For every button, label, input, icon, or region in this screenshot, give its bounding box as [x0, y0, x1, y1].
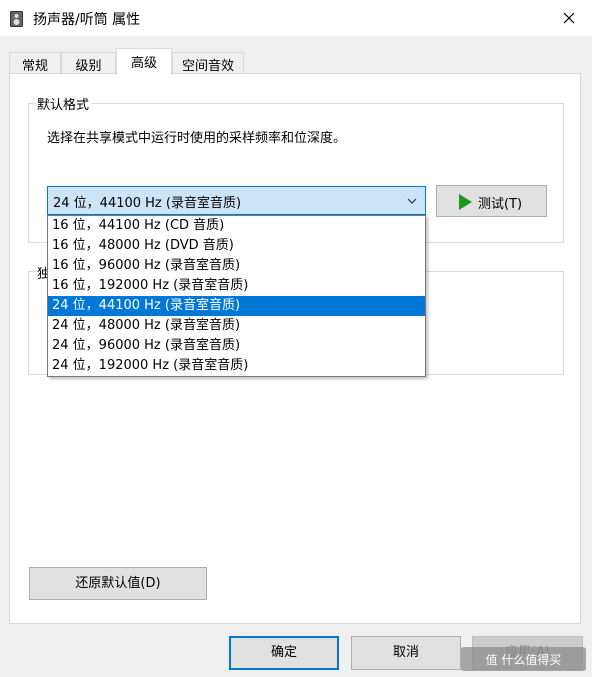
tab-advanced[interactable]: 高级 — [116, 48, 172, 75]
format-option-selected[interactable]: 24 位，44100 Hz (录音室音质) — [48, 296, 425, 316]
format-option[interactable]: 24 位，96000 Hz (录音室音质) — [48, 336, 425, 356]
close-icon — [563, 12, 575, 24]
format-option[interactable]: 16 位，192000 Hz (录音室音质) — [48, 276, 425, 296]
speaker-icon — [10, 11, 23, 27]
ok-button[interactable]: 确定 — [229, 636, 339, 670]
format-option[interactable]: 24 位，192000 Hz (录音室音质) — [48, 356, 425, 376]
tab-levels-label: 级别 — [75, 59, 102, 74]
test-button-label: 测试(T) — [478, 197, 523, 212]
tab-general-label: 常规 — [21, 59, 48, 74]
tab-spatial-sound-label: 空间音效 — [181, 59, 234, 74]
tab-levels[interactable]: 级别 — [61, 52, 116, 74]
title-bar: 扬声器/听筒 属性 — [0, 0, 592, 36]
close-button[interactable] — [546, 0, 592, 36]
default-format-description: 选择在共享模式中运行时使用的采样频率和位深度。 — [47, 131, 347, 146]
format-option[interactable]: 16 位，44100 Hz (CD 音质) — [48, 216, 425, 236]
tab-advanced-label: 高级 — [130, 56, 157, 71]
test-button[interactable]: 测试(T) — [436, 185, 547, 217]
tab-spatial-sound[interactable]: 空间音效 — [172, 52, 244, 74]
watermark: 值 什么值得买 — [461, 647, 586, 671]
format-option[interactable]: 24 位，48000 Hz (录音室音质) — [48, 316, 425, 336]
tab-general[interactable]: 常规 — [9, 52, 61, 74]
format-option[interactable]: 16 位，96000 Hz (录音室音质) — [48, 256, 425, 276]
format-select-value: 24 位，44100 Hz (录音室音质) — [53, 196, 242, 211]
format-select[interactable]: 24 位，44100 Hz (录音室音质) — [47, 186, 426, 215]
restore-defaults-button[interactable]: 还原默认值(D) — [29, 567, 207, 600]
format-dropdown-list: 16 位，44100 Hz (CD 音质) 16 位，48000 Hz (DVD… — [47, 215, 426, 377]
window-title: 扬声器/听筒 属性 — [33, 12, 141, 28]
default-format-label: 默认格式 — [35, 94, 92, 113]
chevron-down-icon — [407, 198, 417, 204]
cancel-button[interactable]: 取消 — [351, 636, 461, 670]
play-icon — [459, 194, 472, 210]
format-option[interactable]: 16 位，48000 Hz (DVD 音质) — [48, 236, 425, 256]
